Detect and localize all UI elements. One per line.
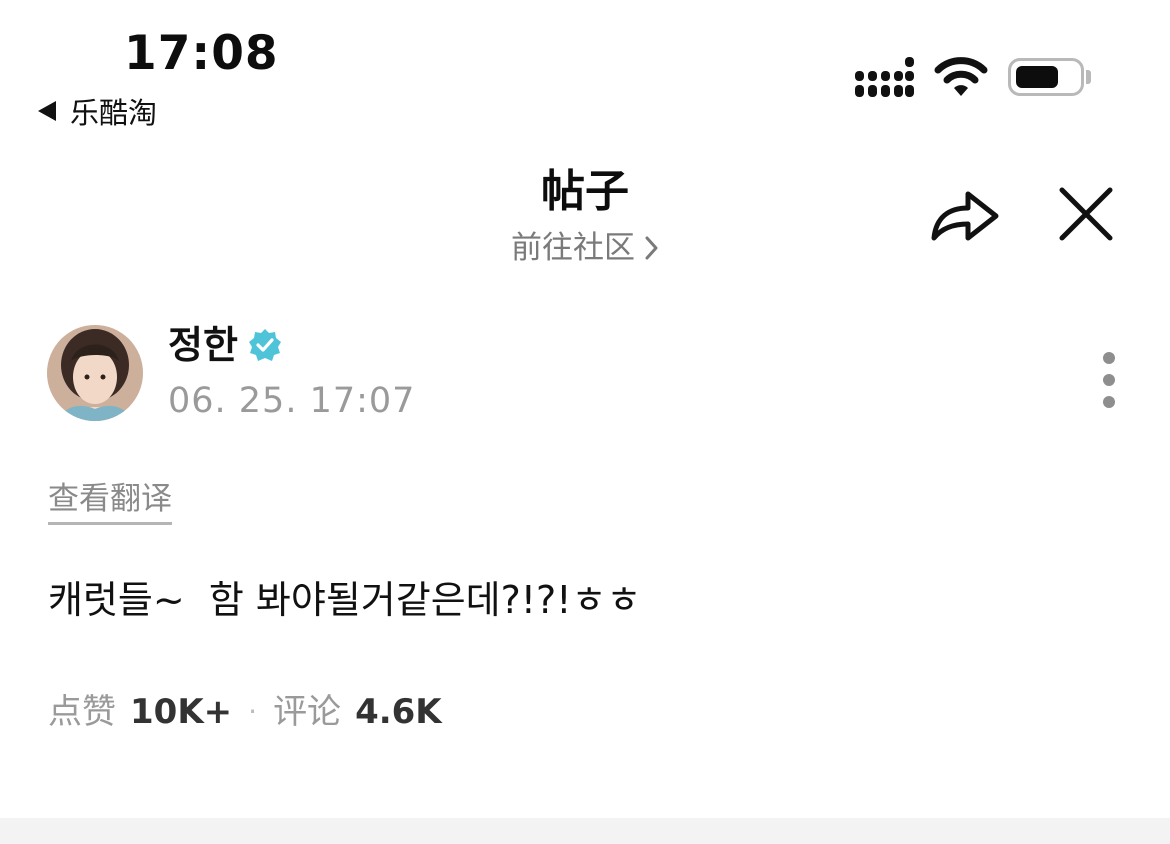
comments-label[interactable]: 评论 <box>273 690 341 734</box>
back-to-app-button[interactable]: 乐酷淘 <box>38 94 157 130</box>
battery-level <box>1016 66 1058 88</box>
chevron-right-icon <box>645 236 658 260</box>
status-time: 17:08 <box>124 26 279 81</box>
post-stats: 点赞 10K+ · 评论 4.6K <box>48 690 442 734</box>
post-timestamp: 06. 25. 17:07 <box>168 381 416 421</box>
community-link-label: 前往社区 <box>511 230 635 266</box>
section-divider <box>0 818 1170 844</box>
cellular-signal-icon <box>855 57 914 97</box>
post-body-text: 캐럿들~ 함 봐야될거같은데?!?!ㅎㅎ <box>48 578 642 622</box>
share-arrow-icon[interactable] <box>928 182 1002 246</box>
back-app-label: 乐酷淘 <box>70 96 158 130</box>
battery-icon <box>1008 58 1084 96</box>
view-translation-link[interactable]: 查看翻译 <box>48 478 172 525</box>
stats-separator: · <box>248 695 258 728</box>
battery-nub <box>1086 70 1091 84</box>
author-avatar[interactable] <box>47 325 143 421</box>
more-vertical-icon[interactable] <box>1094 350 1124 414</box>
wifi-icon <box>934 57 988 96</box>
comments-count[interactable]: 4.6K <box>355 690 442 734</box>
likes-label[interactable]: 点赞 <box>48 690 116 734</box>
avatar-image <box>47 325 143 421</box>
close-icon[interactable] <box>1056 184 1116 244</box>
back-triangle-icon <box>38 101 56 121</box>
verified-badge-icon <box>248 329 281 361</box>
author-name-row: 정한 <box>168 320 282 370</box>
likes-count[interactable]: 10K+ <box>130 690 232 734</box>
author-name[interactable]: 정한 <box>168 320 238 370</box>
